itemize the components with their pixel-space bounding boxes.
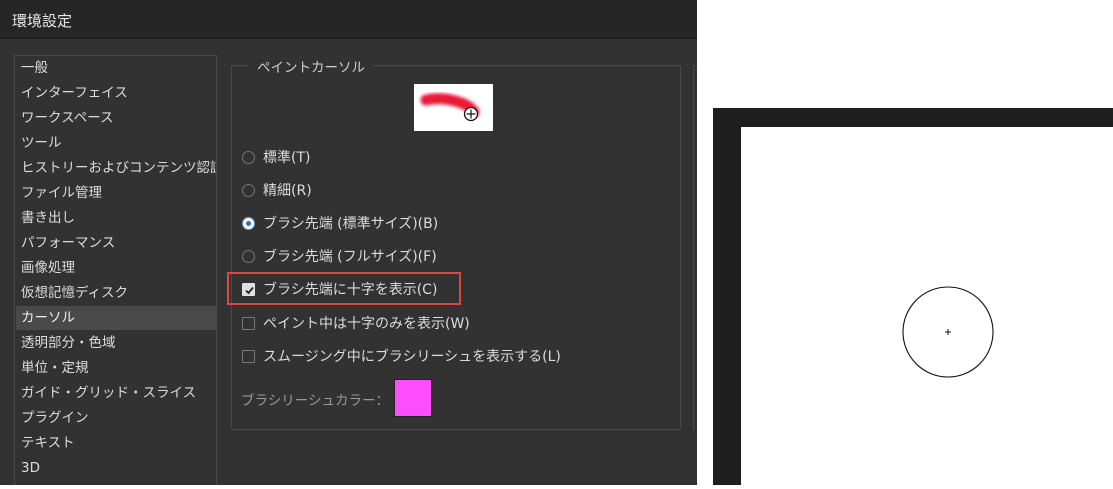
sidebar-item-transparency-gamut[interactable]: 透明部分・色域 [16,331,216,355]
sidebar-item-history-content-credentials[interactable]: ヒストリーおよびコンテンツ認証... [16,156,216,180]
sidebar-item-interface[interactable]: インターフェイス [16,81,216,105]
radio-standard-button[interactable] [242,150,255,164]
sidebar-item-workspace[interactable]: ワークスペース [16,106,216,130]
other-cursors-group-edge [693,65,697,430]
checkbox-crosshair-only-painting-label: ペイント中は十字のみを表示(W) [263,316,470,332]
title-bar: 環境設定 [0,0,697,39]
sidebar-item-file-handling[interactable]: ファイル管理 [16,181,216,205]
preferences-sidebar: 一般 インターフェイス ワークスペース ツール ヒストリーおよびコンテンツ認証.… [14,55,217,485]
checkbox-show-brush-leash-box[interactable] [242,349,255,363]
sidebar-item-units-rulers[interactable]: 単位・定規 [16,356,216,380]
radio-standard-label: 標準(T) [263,150,311,166]
preferences-dialog: 環境設定 一般 インターフェイス ワークスペース ツール ヒストリーおよびコンテ… [0,0,697,485]
radio-normal-brush-tip-label: ブラシ先端 (標準サイズ)(B) [263,216,439,232]
brush-leash-color-label: ブラシリーシュカラー： [241,393,389,409]
checkbox-crosshair-only-painting[interactable]: ペイント中は十字のみを表示(W) [242,312,470,334]
sidebar-item-guides-grid-slices[interactable]: ガイド・グリッド・スライス [16,381,216,405]
radio-precise[interactable]: 精細(R) [242,179,312,201]
radio-precise-button[interactable] [242,183,255,197]
sidebar-item-tools[interactable]: ツール [16,131,216,155]
checkbox-show-brush-leash-label: スムージング中にブラシリーシュを表示する(L) [263,349,561,365]
brush-cursor-preview [414,84,493,131]
radio-full-size-brush-tip-button[interactable] [242,249,255,263]
checkbox-crosshair-only-painting-box[interactable] [242,316,255,330]
sidebar-item-plugins[interactable]: プラグイン [16,406,216,430]
sidebar-item-general[interactable]: 一般 [16,56,216,80]
sidebar-item-performance[interactable]: パフォーマンス [16,231,216,255]
checkbox-show-crosshair-label: ブラシ先端に十字を表示(C) [263,282,438,298]
sidebar-item-export[interactable]: 書き出し [16,206,216,230]
paint-cursor-legend: ペイントカーソル [249,56,373,76]
sidebar-item-type[interactable]: テキスト [16,431,216,455]
radio-standard[interactable]: 標準(T) [242,146,310,168]
radio-full-size-brush-tip-label: ブラシ先端 (フルサイズ)(F) [263,249,437,265]
brush-tip-crosshair-cursor-icon [902,286,994,378]
checkmark-icon [245,286,254,294]
checkbox-show-crosshair[interactable]: ブラシ先端に十字を表示(C) [242,278,437,300]
brush-leash-color-swatch[interactable] [394,379,432,417]
sidebar-item-3d[interactable]: 3D [16,456,216,480]
sidebar-item-cursors[interactable]: カーソル [16,306,216,330]
dialog-title: 環境設定 [12,12,73,30]
document-canvas[interactable] [741,127,1113,485]
radio-precise-label: 精細(R) [263,183,312,199]
radio-normal-brush-tip[interactable]: ブラシ先端 (標準サイズ)(B) [242,212,438,234]
radio-full-size-brush-tip[interactable]: ブラシ先端 (フルサイズ)(F) [242,245,437,267]
checkbox-show-crosshair-box[interactable] [242,282,255,296]
checkbox-show-brush-leash[interactable]: スムージング中にブラシリーシュを表示する(L) [242,345,561,367]
sidebar-item-scratch-disks[interactable]: 仮想記憶ディスク [16,281,216,305]
sidebar-item-image-processing[interactable]: 画像処理 [16,256,216,280]
brush-stroke-preview-icon [420,93,480,122]
radio-normal-brush-tip-button[interactable] [242,216,255,230]
